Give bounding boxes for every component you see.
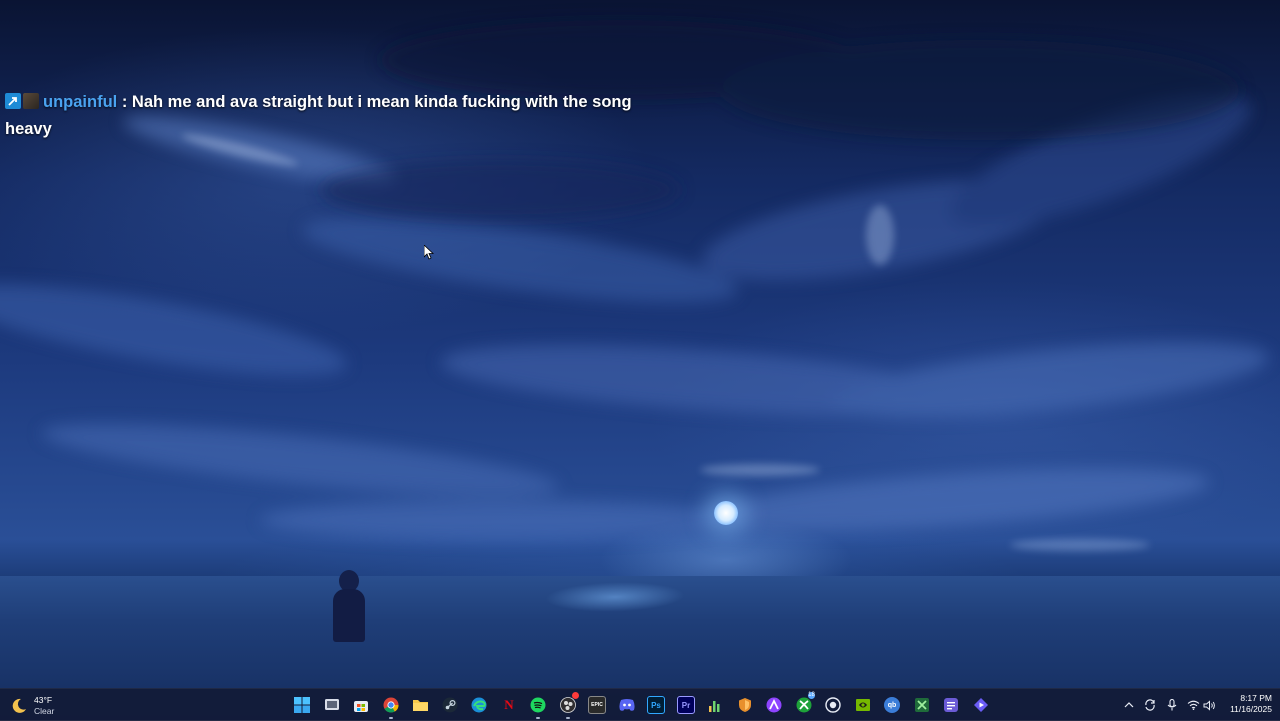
taskbar: 43°F Clear N EPIC Ps Pr 18 qb 8:17 PM 11… xyxy=(0,688,1280,721)
chat-message: unpainful : Nah me and ava straight but … xyxy=(5,89,665,143)
moon-reflection xyxy=(536,582,694,612)
clock-date: 11/16/2025 xyxy=(1230,704,1272,714)
obs-icon[interactable] xyxy=(555,692,581,719)
moon-icon xyxy=(12,698,26,713)
qbittorrent-icon[interactable]: qb xyxy=(879,692,905,718)
windows-start-icon[interactable] xyxy=(289,692,315,718)
premiere-pro-icon[interactable]: Pr xyxy=(673,692,699,718)
nvidia-icon[interactable] xyxy=(850,692,876,718)
weather-temperature: 43°F xyxy=(34,695,53,705)
spreadsheet-app-icon[interactable] xyxy=(909,692,935,718)
netflix-icon[interactable]: N xyxy=(496,692,522,718)
camera-app-icon[interactable] xyxy=(820,692,846,718)
xbox-badge: 18 xyxy=(808,692,815,699)
shield-app-icon[interactable] xyxy=(732,692,758,718)
moon xyxy=(714,501,738,525)
task-view-icon[interactable] xyxy=(319,692,345,718)
chat-username[interactable]: unpainful xyxy=(43,93,117,111)
photoshop-icon[interactable]: Ps xyxy=(643,692,669,718)
taskbar-clock[interactable]: 8:17 PM 11/16/2025 xyxy=(1222,693,1272,714)
xbox-icon[interactable]: 18 xyxy=(791,692,817,718)
media-player-icon[interactable] xyxy=(968,692,994,718)
discord-icon[interactable] xyxy=(614,692,640,718)
prime-badge-icon xyxy=(5,93,21,109)
epic-games-icon[interactable]: EPIC xyxy=(584,692,610,718)
file-explorer-icon[interactable] xyxy=(407,692,433,718)
sync-icon[interactable] xyxy=(1141,692,1159,718)
user-badge-icon xyxy=(23,93,39,109)
notes-app-icon[interactable] xyxy=(938,692,964,718)
edge-icon[interactable] xyxy=(466,692,492,718)
chrome-icon[interactable] xyxy=(378,692,404,719)
audio-meter-icon[interactable] xyxy=(702,692,728,718)
microsoft-store-icon[interactable] xyxy=(348,692,374,718)
chat-separator: : xyxy=(117,93,132,111)
spotify-icon[interactable] xyxy=(525,692,551,719)
clock-time: 8:17 PM xyxy=(1240,693,1272,703)
arc-icon[interactable] xyxy=(761,692,787,718)
steam-icon[interactable] xyxy=(437,692,463,718)
silhouette-figure xyxy=(330,570,368,644)
volume-icon[interactable] xyxy=(1200,692,1218,718)
chevron-up-icon[interactable] xyxy=(1120,692,1138,718)
mouse-cursor-icon xyxy=(424,245,434,260)
weather-condition: Clear xyxy=(34,706,55,716)
microphone-icon[interactable] xyxy=(1163,692,1181,718)
